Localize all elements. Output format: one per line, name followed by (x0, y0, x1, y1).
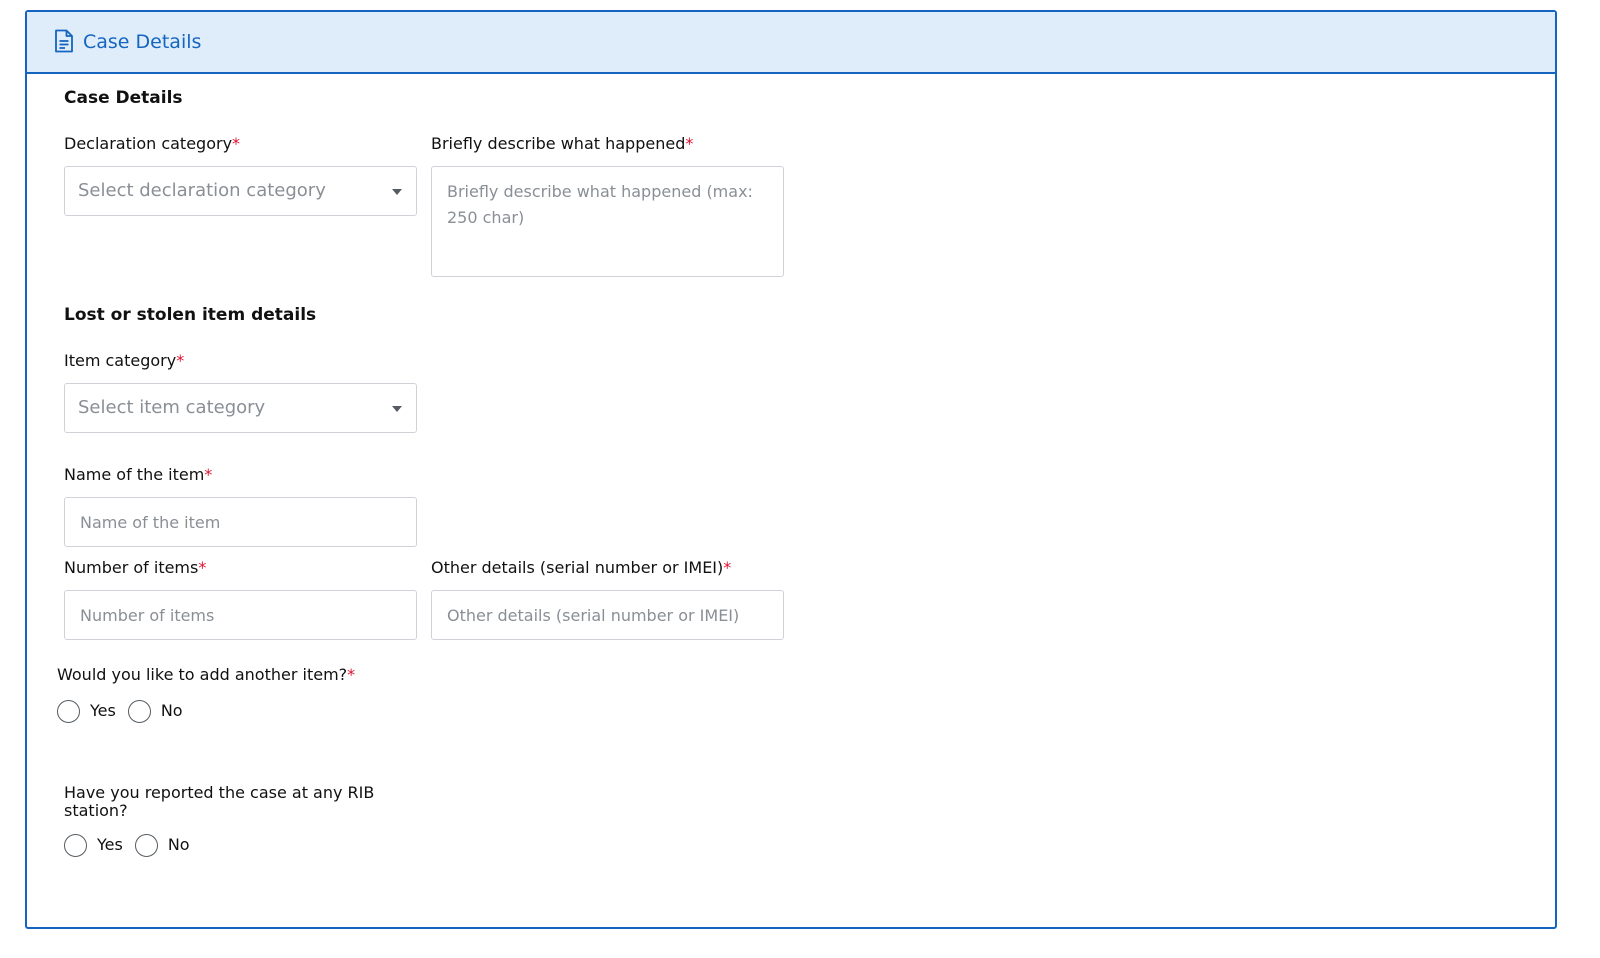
item-category-select[interactable]: Select item category (64, 383, 417, 433)
add-another-no-option[interactable]: No (127, 699, 183, 723)
item-category-placeholder: Select item category (78, 397, 266, 418)
item-category-label: Item category* (64, 351, 184, 371)
required-mark: * (204, 465, 213, 484)
required-mark: * (232, 134, 241, 153)
declaration-category-label: Declaration category* (64, 134, 240, 154)
document-icon (54, 29, 74, 53)
item-details-section-title: Lost or stolen item details (64, 305, 317, 325)
radio-label-yes: Yes (90, 701, 116, 720)
case-details-section-title: Case Details (64, 88, 183, 108)
radio-button[interactable] (127, 699, 151, 723)
required-mark: * (347, 665, 356, 684)
other-details-input[interactable] (431, 590, 784, 640)
item-count-label: Number of items* (64, 558, 206, 578)
rib-report-no-option[interactable]: No (134, 833, 190, 857)
panel-title: Case Details (83, 31, 202, 53)
item-count-input[interactable] (64, 590, 417, 640)
caret-down-icon (392, 189, 402, 195)
description-textarea[interactable] (431, 166, 784, 277)
required-mark: * (723, 558, 732, 577)
rib-report-radio-group: Yes No (64, 832, 202, 858)
add-another-yes-option[interactable]: Yes (57, 699, 116, 723)
radio-label-no: No (160, 701, 183, 720)
add-another-question: Would you like to add another item?* (57, 665, 355, 685)
add-another-question-text: Would you like to add another item? (57, 665, 348, 684)
required-mark: * (198, 558, 207, 577)
item-name-input[interactable] (64, 497, 417, 547)
rib-report-yes-option[interactable]: Yes (64, 833, 123, 857)
radio-button[interactable] (134, 833, 158, 857)
panel-header: Case Details (27, 12, 1555, 74)
caret-down-icon (392, 406, 402, 412)
item-category-label-text: Item category (64, 351, 177, 370)
case-details-panel: Case Details Case Details Declaration ca… (25, 10, 1557, 929)
item-count-label-text: Number of items (64, 558, 199, 577)
declaration-category-label-text: Declaration category (64, 134, 233, 153)
required-mark: * (685, 134, 694, 153)
declaration-category-select[interactable]: Select declaration category (64, 166, 417, 216)
other-details-label-text: Other details (serial number or IMEI) (431, 558, 724, 577)
rib-report-question: Have you reported the case at any RIB st… (64, 783, 375, 820)
item-name-label-text: Name of the item (64, 465, 205, 484)
radio-label-yes: Yes (97, 835, 123, 854)
description-label: Briefly describe what happened* (431, 134, 693, 154)
radio-label-no: No (167, 835, 190, 854)
radio-button[interactable] (64, 833, 87, 857)
other-details-label: Other details (serial number or IMEI)* (431, 558, 731, 578)
description-label-text: Briefly describe what happened (431, 134, 686, 153)
item-name-label: Name of the item* (64, 465, 212, 485)
add-another-radio-group: Yes No (57, 698, 195, 724)
declaration-category-placeholder: Select declaration category (78, 180, 326, 201)
radio-button[interactable] (57, 699, 80, 723)
required-mark: * (176, 351, 185, 370)
